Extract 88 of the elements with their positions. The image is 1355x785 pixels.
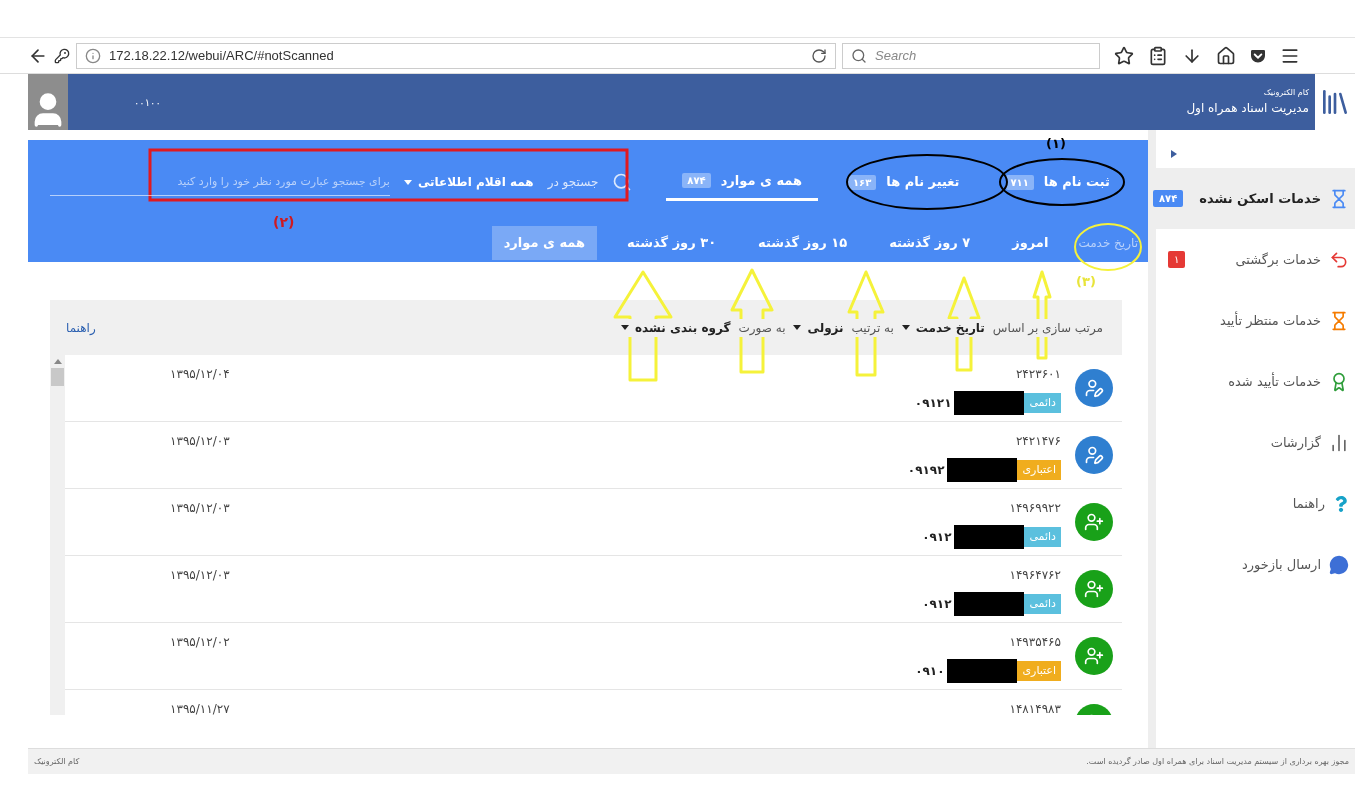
type-tag: دائمی bbox=[1024, 392, 1061, 414]
type-tag: دائمی bbox=[1024, 526, 1061, 548]
count-badge: ۱ bbox=[1168, 251, 1186, 268]
redaction-bar bbox=[954, 592, 1025, 616]
bar-chart-icon bbox=[1329, 432, 1349, 453]
sidebar-item[interactable]: خدمات اسکن نشده ۸۷۴ bbox=[1156, 168, 1355, 229]
search-field[interactable]: برای جستجو عبارت مورد نظر خود را وارد کنید bbox=[50, 168, 390, 196]
sidebar-item[interactable]: گزارشات bbox=[1156, 412, 1355, 473]
search-icon bbox=[851, 47, 867, 64]
caret-icon bbox=[403, 179, 412, 185]
pocket-icon[interactable] bbox=[1250, 47, 1266, 64]
phone-number: ۰۹۱۲۱ bbox=[914, 395, 952, 412]
count-badge: ۸۷۴ bbox=[1152, 190, 1184, 207]
sidebar-item[interactable]: ارسال بازخورد bbox=[1156, 534, 1355, 595]
annotation-ellipse bbox=[1074, 223, 1142, 271]
service-id: ۲۴۲۱۴۷۶ bbox=[1015, 433, 1061, 450]
company-name: کام الکترونیک bbox=[1263, 87, 1309, 99]
footer-text: مجوز بهره برداری از سیستم مدیریت اسناد برای همراه اول صادر گردیده است. bbox=[1086, 755, 1349, 768]
service-date: ۱۳۹۵/۱۲/۰۳ bbox=[170, 433, 230, 450]
type-tag: اعتباری bbox=[1017, 660, 1061, 682]
service-id: ۱۴۹۶۹۹۲۲ bbox=[1009, 500, 1061, 517]
scroll-thumb[interactable] bbox=[51, 368, 64, 386]
reload-icon[interactable] bbox=[811, 47, 827, 64]
user-edit-icon bbox=[1075, 369, 1113, 407]
help-link[interactable]: راهنما bbox=[66, 318, 96, 337]
scrollbar[interactable] bbox=[50, 355, 65, 715]
sort-label: به ترتیب bbox=[851, 318, 894, 337]
redaction-bar bbox=[954, 391, 1025, 415]
filter-label: تاریخ خدمت bbox=[1078, 235, 1138, 252]
help-icon bbox=[1333, 495, 1349, 512]
sort-dropdown[interactable]: گروه بندی نشده bbox=[621, 318, 731, 337]
service-id: ۱۴۹۶۴۷۶۲ bbox=[1009, 567, 1061, 584]
count-badge: ۱۶۳ bbox=[848, 174, 877, 190]
count-badge: ۸۷۴ bbox=[682, 173, 711, 188]
service-date: ۱۳۹۵/۱۲/۰۲ bbox=[170, 634, 230, 651]
user-name: ۰۰۱۰۰ bbox=[134, 95, 161, 110]
type-tag: دائمی bbox=[1024, 593, 1061, 615]
caret-icon bbox=[621, 325, 629, 330]
undo-icon bbox=[1329, 249, 1349, 270]
service-id: ۱۴۸۱۴۹۸۳ bbox=[1009, 701, 1061, 715]
phone-number: ۰۹۱۲ bbox=[922, 529, 952, 546]
user-add-icon bbox=[1075, 570, 1113, 608]
sort-dropdown[interactable]: تاریخ خدمت bbox=[901, 318, 985, 337]
sidebar-item[interactable]: خدمات برگشتی ۱ bbox=[1156, 229, 1355, 290]
caret-icon bbox=[901, 325, 910, 330]
user-add-icon bbox=[1075, 503, 1113, 541]
chat-bubble-icon bbox=[1329, 554, 1349, 575]
key-icon[interactable] bbox=[54, 47, 70, 64]
sidebar-item[interactable]: خدمات تأیید شده bbox=[1156, 351, 1355, 412]
info-icon[interactable] bbox=[85, 47, 101, 64]
user-edit-icon bbox=[1075, 436, 1113, 474]
user-avatar[interactable] bbox=[28, 74, 68, 130]
app-title: مدیریت اسناد همراه اول bbox=[1186, 100, 1309, 117]
phone-number: ۰۹۱۹۲ bbox=[907, 462, 945, 479]
phone-number: ۰۹۱۲ bbox=[922, 596, 952, 613]
service-id: ۱۴۹۳۵۴۶۵ bbox=[1009, 634, 1061, 651]
scroll-up-icon[interactable] bbox=[53, 359, 62, 364]
type-tag: اعتباری bbox=[1017, 459, 1061, 481]
url-field[interactable]: 172.18.22.12/webui/ARC/#notScanned bbox=[76, 42, 836, 69]
annotation-label: (۳) bbox=[1076, 273, 1096, 291]
redaction-bar bbox=[947, 458, 1018, 482]
service-id: ۲۴۲۳۶۰۱ bbox=[1015, 366, 1061, 383]
service-date: ۱۳۹۵/۱۲/۰۳ bbox=[170, 567, 230, 584]
service-date: ۱۳۹۵/۱۱/۲۷ bbox=[170, 701, 230, 715]
count-badge: ۷۱۱ bbox=[1005, 174, 1034, 190]
caret-icon bbox=[793, 325, 802, 330]
collapse-caret-icon[interactable] bbox=[1171, 150, 1177, 158]
service-date: ۱۳۹۵/۱۲/۰۳ bbox=[170, 500, 230, 517]
home-icon[interactable] bbox=[1216, 45, 1236, 66]
star-icon[interactable] bbox=[1114, 45, 1134, 66]
clipboard-icon[interactable] bbox=[1148, 45, 1168, 66]
sort-label: به صورت bbox=[738, 318, 786, 337]
hourglass-icon bbox=[1329, 310, 1349, 331]
annotation-label: (۱) bbox=[1046, 135, 1066, 153]
user-add-icon bbox=[1075, 637, 1113, 675]
redaction-bar bbox=[954, 525, 1025, 549]
browser-search-field[interactable]: Search bbox=[842, 42, 1100, 69]
sidebar-item[interactable]: راهنما bbox=[1156, 473, 1355, 534]
service-date: ۱۳۹۵/۱۲/۰۴ bbox=[170, 366, 230, 383]
annotation-label: (۲) bbox=[273, 213, 295, 232]
footer-company: کام الکترونیک bbox=[34, 755, 80, 768]
sort-label: مرتب سازی بر اساس bbox=[992, 318, 1103, 337]
search-label: جستجو در bbox=[547, 174, 599, 191]
redaction-bar bbox=[947, 659, 1018, 683]
search-icon bbox=[612, 172, 633, 192]
phone-number: ۰۹۱۰ bbox=[915, 663, 945, 680]
hourglass-icon bbox=[1329, 188, 1349, 209]
sidebar-item[interactable]: خدمات منتظر تأیید bbox=[1156, 290, 1355, 351]
